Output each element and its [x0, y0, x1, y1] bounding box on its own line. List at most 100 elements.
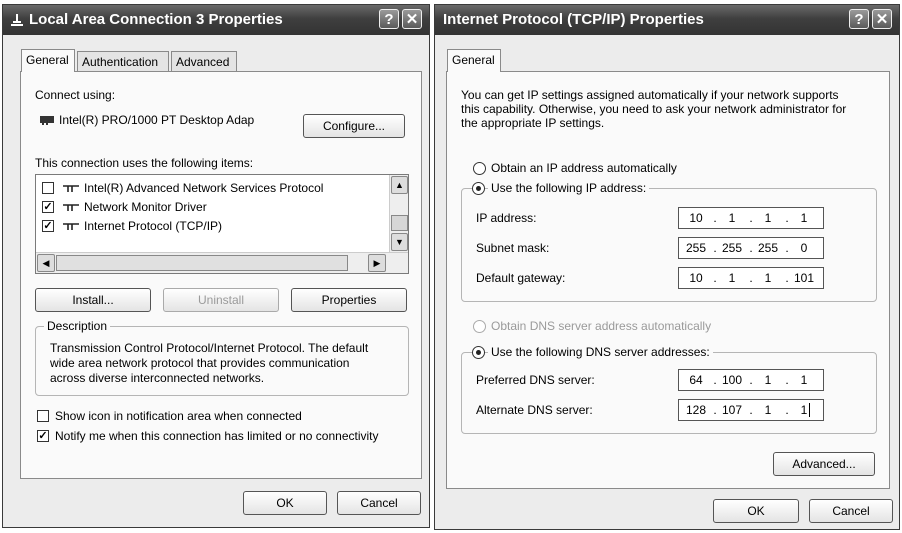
item-label-selected: Internet Protocol (TCP/IP) — [84, 219, 223, 233]
title-bar[interactable]: Local Area Connection 3 Properties ? ✕ — [3, 5, 429, 35]
dot: . — [785, 373, 789, 387]
dot: . — [749, 271, 753, 285]
adapter-name: Intel(R) PRO/1000 PT Desktop Adap — [59, 113, 255, 127]
subnet-octet-3: 255 — [757, 241, 779, 255]
adns-octet-1: 128 — [685, 403, 707, 417]
scroll-thumb[interactable] — [391, 215, 408, 231]
description-legend: Description — [44, 319, 111, 333]
dot: . — [713, 271, 717, 285]
use-following-dns-radio[interactable] — [472, 346, 485, 359]
uninstall-button: Uninstall — [163, 288, 279, 312]
obtain-ip-auto-label[interactable]: Obtain an IP address automatically — [491, 161, 677, 175]
item-label: Intel(R) Advanced Network Services Proto… — [84, 181, 324, 195]
ip-address-label: IP address: — [476, 211, 537, 225]
list-item[interactable]: Intel(R) Advanced Network Services Proto… — [42, 179, 382, 197]
protocol-icon — [62, 221, 80, 235]
close-icon[interactable]: ✕ — [872, 9, 892, 29]
description-line-1: Transmission Control Protocol/Internet P… — [50, 341, 369, 355]
ip-octet-4: 1 — [800, 211, 808, 225]
ip-address-input[interactable]: 10. 1. 1. 1 — [678, 207, 824, 229]
list-item[interactable]: ✓ Internet Protocol (TCP/IP) — [42, 217, 382, 235]
ok-button[interactable]: OK — [243, 491, 327, 515]
tab-general[interactable]: General — [447, 49, 501, 72]
list-item[interactable]: ✓ Network Monitor Driver — [42, 198, 382, 216]
item-label: Network Monitor Driver — [84, 200, 207, 214]
dot: . — [749, 241, 753, 255]
notify-checkbox[interactable]: ✓ — [37, 430, 49, 442]
window-title: Internet Protocol (TCP/IP) Properties — [443, 11, 704, 28]
scroll-up-icon[interactable]: ▲ — [391, 176, 408, 194]
dot: . — [785, 211, 789, 225]
subnet-mask-input[interactable]: 255. 255. 255. 0 — [678, 237, 824, 259]
dot: . — [749, 373, 753, 387]
scroll-down-icon[interactable]: ▼ — [391, 233, 408, 251]
intro-line-1: You can get IP settings assigned automat… — [461, 88, 839, 102]
dot: . — [749, 403, 753, 417]
adapter-field: Intel(R) PRO/1000 PT Desktop Adap — [35, 108, 295, 132]
general-panel: Connect using: Intel(R) PRO/1000 PT Desk… — [20, 71, 422, 479]
horizontal-scrollbar[interactable]: ◀ ▶ — [36, 252, 408, 273]
use-following-ip-radio[interactable] — [472, 182, 485, 195]
item-checkbox[interactable]: ✓ — [42, 201, 54, 213]
subnet-octet-2: 255 — [721, 241, 743, 255]
network-adapter-icon — [39, 114, 55, 128]
gateway-octet-4: 101 — [793, 271, 815, 285]
pdns-octet-2: 100 — [721, 373, 743, 387]
subnet-mask-label: Subnet mask: — [476, 241, 550, 255]
use-following-ip-label[interactable]: Use the following IP address: — [488, 181, 650, 195]
show-icon-checkbox[interactable] — [37, 410, 49, 422]
description-group: Description Transmission Control Protoco… — [35, 319, 409, 396]
intro-line-3: the appropriate IP settings. — [461, 116, 605, 130]
close-icon[interactable]: ✕ — [402, 9, 422, 29]
ip-octet-1: 10 — [689, 211, 703, 225]
pdns-octet-4: 1 — [800, 373, 808, 387]
dot: . — [785, 271, 789, 285]
gateway-octet-2: 1 — [728, 271, 736, 285]
window-title: Local Area Connection 3 Properties — [29, 11, 283, 28]
cancel-button[interactable]: Cancel — [809, 499, 893, 523]
scroll-left-icon[interactable]: ◀ — [37, 254, 55, 272]
ip-address-group: Use the following IP address: IP address… — [461, 181, 877, 302]
dot: . — [713, 211, 717, 225]
items-list[interactable]: Intel(R) Advanced Network Services Proto… — [35, 174, 409, 274]
advanced-button[interactable]: Advanced... — [773, 452, 875, 476]
scroll-thumb-h[interactable] — [56, 255, 348, 271]
tcpip-properties-dialog: Internet Protocol (TCP/IP) Properties ? … — [434, 4, 900, 530]
default-gateway-input[interactable]: 10. 1. 1. 101 — [678, 267, 824, 289]
dns-group: Use the following DNS server addresses: … — [461, 345, 877, 434]
tab-general[interactable]: General — [21, 49, 75, 72]
use-following-dns-label[interactable]: Use the following DNS server addresses: — [488, 345, 713, 359]
ok-button[interactable]: OK — [713, 499, 799, 523]
adns-octet-4: 1 — [800, 403, 808, 417]
item-checkbox[interactable]: ✓ — [42, 220, 54, 232]
description-line-2: wide area network protocol that provides… — [50, 356, 350, 370]
connect-using-label: Connect using: — [35, 88, 116, 102]
tab-advanced[interactable]: Advanced — [171, 51, 237, 71]
dot: . — [749, 211, 753, 225]
tab-authentication[interactable]: Authentication — [77, 51, 169, 71]
subnet-octet-4: 0 — [800, 241, 808, 255]
cancel-button[interactable]: Cancel — [337, 491, 421, 515]
gateway-octet-3: 1 — [764, 271, 772, 285]
install-button[interactable]: Install... — [35, 288, 151, 312]
obtain-ip-auto-radio[interactable] — [473, 162, 486, 175]
configure-button[interactable]: Configure... — [303, 114, 405, 138]
dot: . — [713, 241, 717, 255]
help-icon[interactable]: ? — [849, 9, 869, 29]
obtain-dns-auto-label: Obtain DNS server address automatically — [491, 319, 712, 333]
description-line-3: across diverse interconnected networks. — [50, 371, 265, 385]
general-panel: You can get IP settings assigned automat… — [446, 71, 890, 489]
vertical-scrollbar[interactable]: ▲ ▼ — [389, 175, 408, 253]
properties-button[interactable]: Properties — [291, 288, 407, 312]
help-icon[interactable]: ? — [379, 9, 399, 29]
show-icon-label[interactable]: Show icon in notification area when conn… — [55, 409, 302, 423]
protocol-icon — [62, 183, 80, 197]
preferred-dns-input[interactable]: 64. 100. 1. 1 — [678, 369, 824, 391]
item-checkbox[interactable] — [42, 182, 54, 194]
scroll-right-icon[interactable]: ▶ — [368, 254, 386, 272]
title-bar[interactable]: Internet Protocol (TCP/IP) Properties ? … — [435, 5, 899, 35]
alternate-dns-input[interactable]: 128. 107. 1. 1 — [678, 399, 824, 421]
items-label: This connection uses the following items… — [35, 156, 254, 170]
notify-label[interactable]: Notify me when this connection has limit… — [55, 429, 379, 443]
adns-octet-2: 107 — [721, 403, 743, 417]
